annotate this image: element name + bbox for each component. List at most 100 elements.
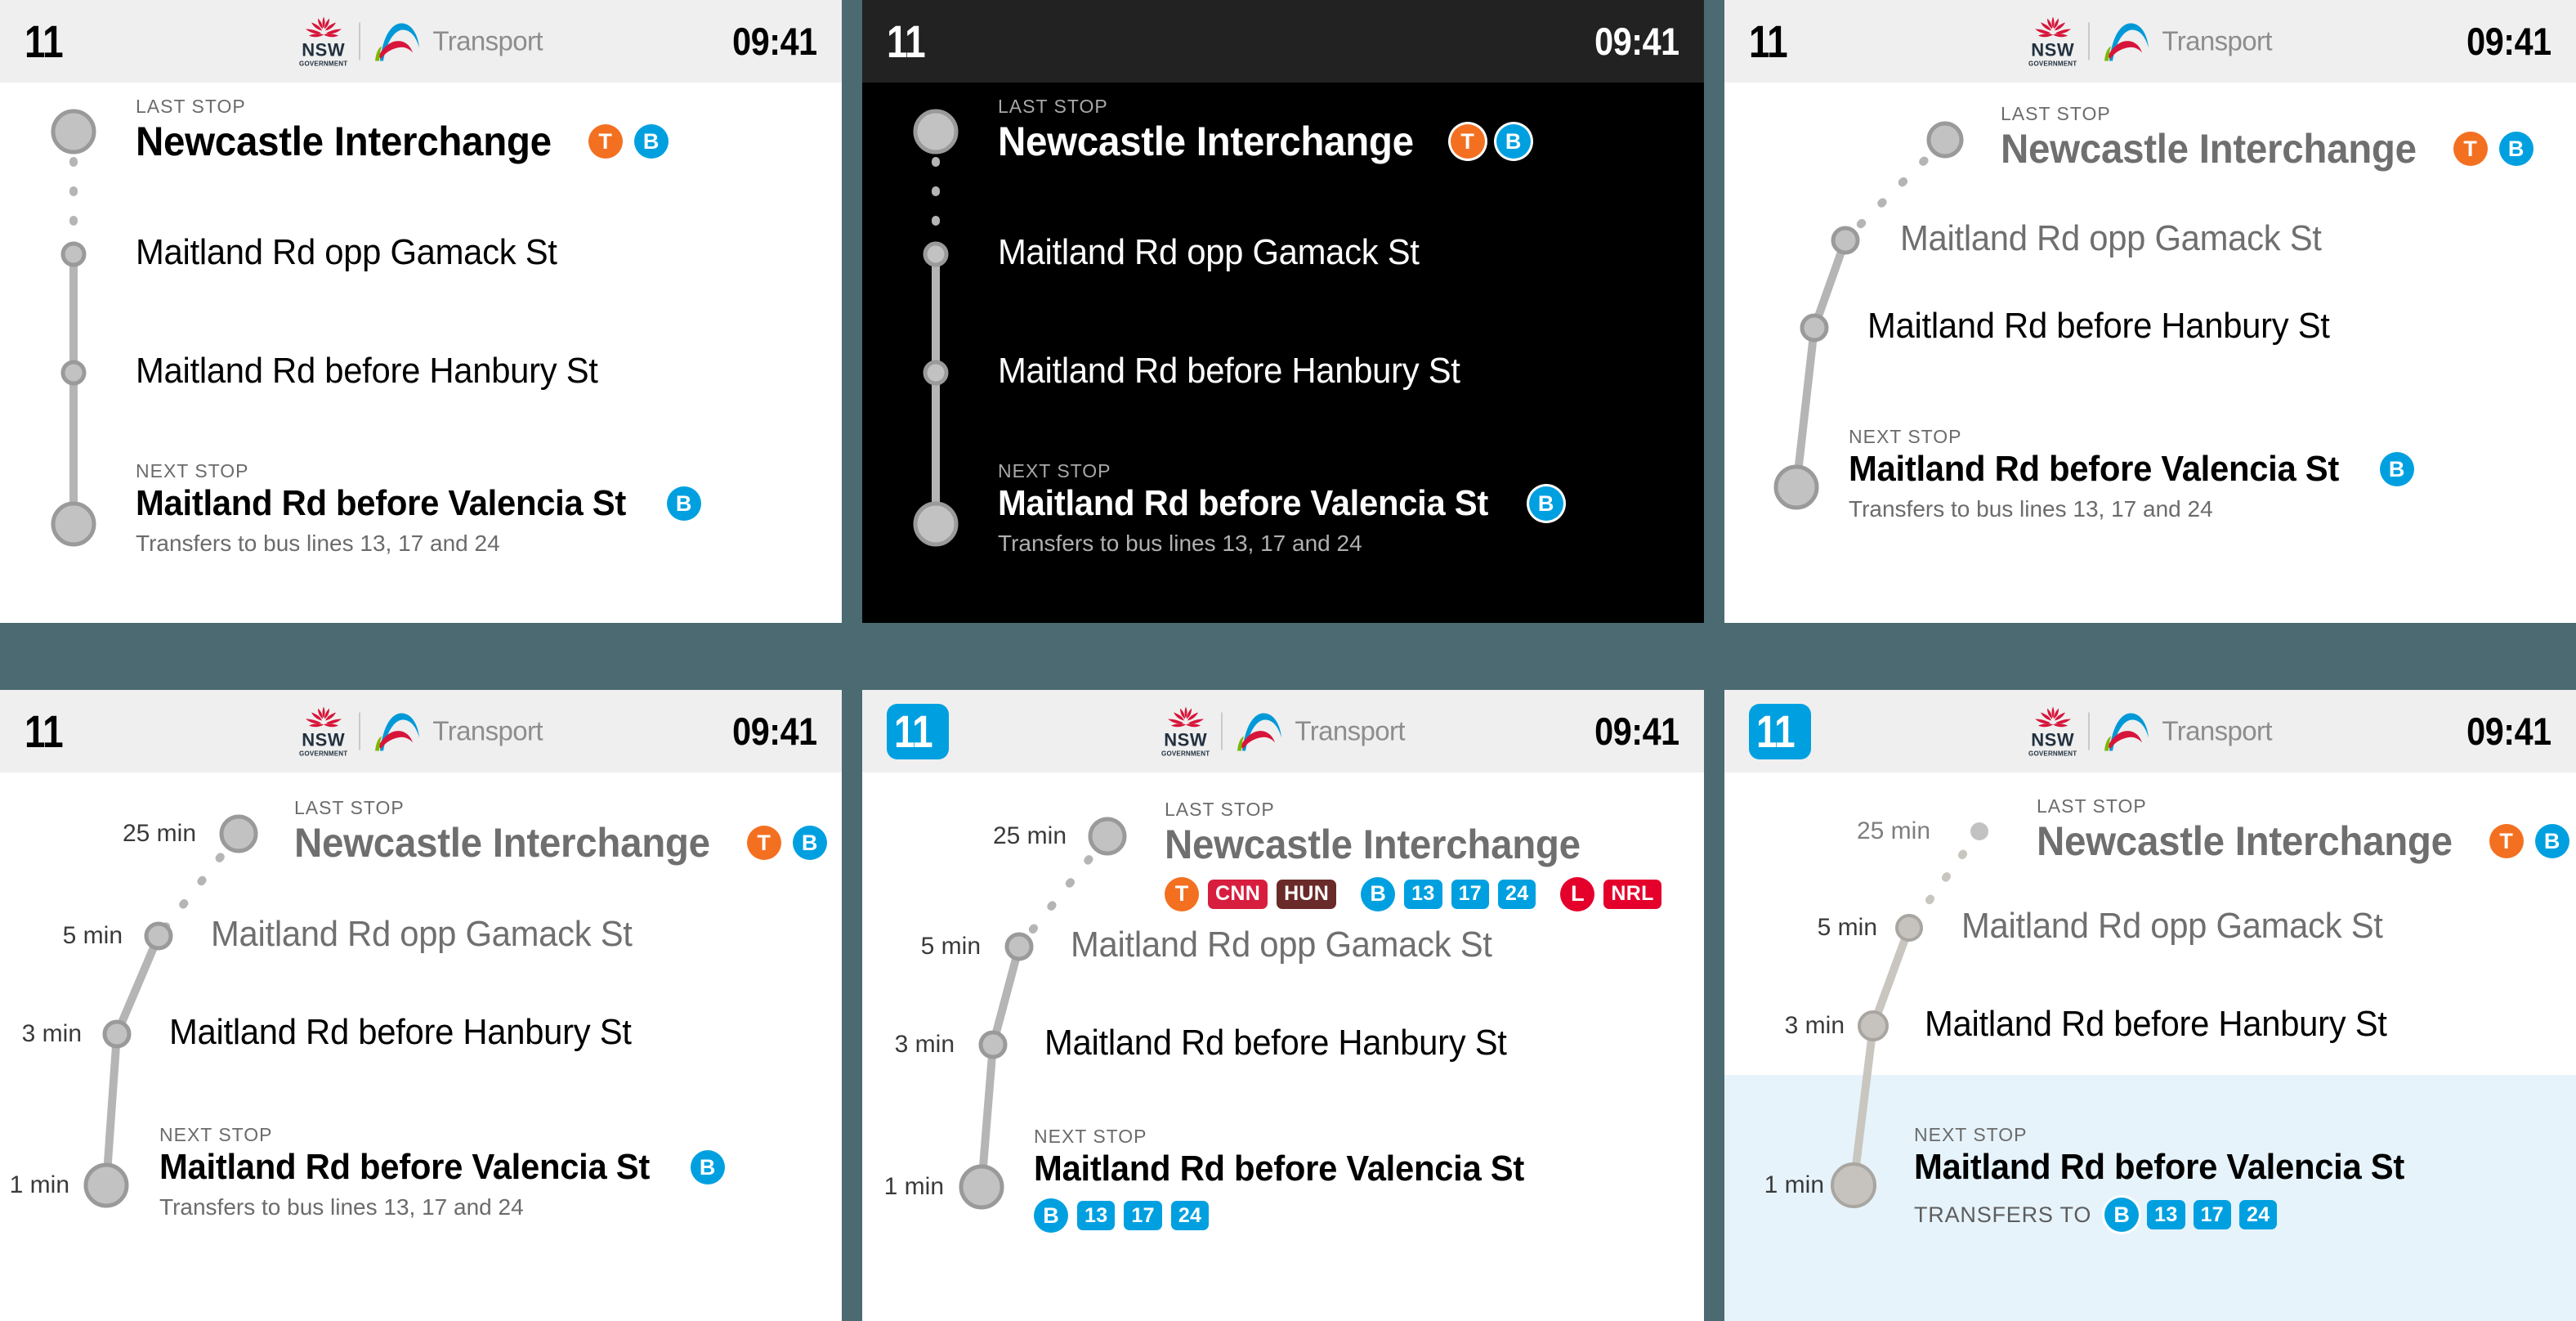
stop-item-hanbury[interactable]: Maitland Rd before Hanbury St [1925, 1005, 2411, 1043]
route-chip-24[interactable]: 24 [2238, 1200, 2278, 1230]
last-stop-kicker: LAST STOP [294, 797, 405, 818]
mode-icons-newcastle: T B L [2489, 824, 2576, 859]
stop-item-newcastle[interactable]: LAST STOP Newcastle Interchange T B [998, 96, 1531, 163]
panel-4-light-angled-eta: 11 NSW GOVERNMENT Transport 09:41 25 min… [0, 690, 842, 1321]
eta-hanbury: 3 min [1784, 1012, 1845, 1039]
stop-item-valencia[interactable]: NEXT STOP Maitland Rd before Valencia St… [1914, 1124, 2431, 1233]
stop-item-gamack[interactable]: Maitland Rd opp Gamack St [998, 233, 1442, 271]
route-number: 11 [1756, 705, 1796, 757]
bus-mode-icon: B [633, 124, 669, 159]
eta-gamack: 5 min [62, 922, 123, 949]
transport-arch-icon [1237, 713, 1282, 751]
stop-item-valencia[interactable]: NEXT STOP Maitland Rd before Valencia St… [998, 460, 1563, 557]
stop-name-gamack: Maitland Rd opp Gamack St [1961, 906, 2383, 946]
route-number-badge[interactable]: 11 [887, 703, 949, 759]
mode-icons-newcastle: T B [1450, 124, 1531, 159]
route-chip-17[interactable]: 17 [1451, 879, 1489, 909]
logo-divider [359, 22, 361, 60]
bus-mode-icon: B [690, 1150, 725, 1185]
route-chip-17[interactable]: 17 [1124, 1201, 1162, 1231]
route-chip-cnn[interactable]: CNN [1208, 879, 1268, 909]
stop-item-hanbury[interactable]: Maitland Rd before Hanbury St [1867, 307, 2354, 345]
logo-divider [2088, 22, 2091, 60]
stop-item-valencia[interactable]: NEXT STOP Maitland Rd before Valencia St… [1849, 426, 2414, 522]
panel-1-light-vertical: 11 NSW GOVERNMENT Transport 09:41 LAST S… [0, 0, 842, 623]
eta-gamack: 5 min [1817, 914, 1877, 941]
stop-item-hanbury[interactable]: Maitland Rd before Hanbury St [998, 352, 1484, 390]
route-chip-13[interactable]: 13 [1404, 879, 1442, 909]
panel-4-body: 25 min 5 min 3 min 1 min LAST STOP Newca… [0, 772, 842, 1321]
stop-item-hanbury[interactable]: Maitland Rd before Hanbury St [169, 1013, 655, 1051]
route-number-badge[interactable]: 11 [1749, 703, 1811, 759]
stop-item-newcastle[interactable]: LAST STOP Newcastle Interchange T B [2001, 103, 2534, 171]
mode-icons-newcastle: T B [2453, 132, 2534, 167]
stop-item-gamack[interactable]: Maitland Rd opp Gamack St [211, 914, 655, 954]
panel-5-stop-list: 25 min 5 min 3 min 1 min LAST STOP Newca… [862, 772, 1704, 1321]
stop-item-valencia[interactable]: NEXT STOP Maitland Rd before Valencia St… [159, 1124, 725, 1220]
panel-6-header: 11 NSW GOVERNMENT Transport 09:41 [1724, 690, 2576, 772]
bus-mode-icon: B [1361, 876, 1396, 911]
stop-name-valencia: Maitland Rd before Valencia St [136, 483, 627, 523]
mode-icons-newcastle: T B [588, 124, 669, 159]
route-badges-newcastle: T CNN HUN B 13 17 24 L NRL [1165, 876, 1661, 911]
stop-item-gamack[interactable]: Maitland Rd opp Gamack St [1071, 925, 1514, 964]
route-chip-hun[interactable]: HUN [1277, 879, 1337, 909]
stop-name-gamack: Maitland Rd opp Gamack St [211, 914, 633, 954]
panel-1-header: 11 NSW GOVERNMENT Transport 09:41 [0, 0, 842, 83]
panel-3-body: LAST STOP Newcastle Interchange T B Mait… [1724, 83, 2576, 623]
light-rail-routes-group: L NRL [1560, 876, 1661, 911]
train-mode-icon: T [1450, 124, 1485, 159]
stop-item-hanbury[interactable]: Maitland Rd before Hanbury St [136, 352, 622, 390]
route-chip-24[interactable]: 24 [1498, 879, 1536, 909]
transport-arch-icon [2104, 23, 2149, 61]
route-chip-nrl[interactable]: NRL [1603, 879, 1661, 909]
nsw-wordmark: NSW [302, 729, 346, 750]
nsw-transport-logo: NSW GOVERNMENT Transport [299, 705, 543, 757]
bus-mode-icon: B [1528, 486, 1563, 522]
stop-item-newcastle[interactable]: LAST STOP Newcastle Interchange T CNN HU… [1165, 799, 1661, 911]
stop-name-valencia: Maitland Rd before Valencia St [998, 483, 1489, 523]
eta-gamack: 5 min [920, 933, 981, 960]
stop-item-gamack[interactable]: Maitland Rd opp Gamack St [1961, 907, 2405, 945]
eta-newcastle: 25 min [992, 822, 1067, 849]
clock: 09:41 [732, 710, 817, 753]
route-badges-valencia: B 13 17 24 [1034, 1198, 1550, 1234]
panel-5-header: 11 NSW GOVERNMENT Transport 09:41 [862, 690, 1704, 772]
stop-item-hanbury[interactable]: Maitland Rd before Hanbury St [1044, 1023, 1531, 1062]
mode-icons-newcastle: T B [746, 826, 827, 861]
next-stop-kicker: NEXT STOP [136, 460, 249, 481]
clock: 09:41 [2466, 20, 2551, 63]
next-stop-kicker: NEXT STOP [1914, 1124, 2028, 1145]
route-chip-13[interactable]: 13 [2147, 1200, 2185, 1230]
clock: 09:41 [1594, 710, 1679, 753]
waratah-icon [305, 706, 342, 727]
panel-2-stop-list: LAST STOP Newcastle Interchange T B Mait… [862, 83, 1704, 623]
stop-name-hanbury: Maitland Rd before Hanbury St [998, 351, 1460, 391]
stop-item-newcastle[interactable]: LAST STOP Newcastle Interchange T B [294, 797, 827, 865]
route-chip-24[interactable]: 24 [1170, 1201, 1210, 1231]
bus-mode-icon: B [2104, 1198, 2140, 1233]
nsw-government-sub: GOVERNMENT [299, 750, 348, 757]
last-stop-kicker: LAST STOP [2001, 103, 2111, 124]
panel-2-body: LAST STOP Newcastle Interchange T B Mait… [862, 83, 1704, 623]
stop-item-newcastle[interactable]: LAST STOP Newcastle Interchange T B [136, 96, 669, 163]
transport-arch-icon [375, 23, 420, 61]
stop-item-gamack[interactable]: Maitland Rd opp Gamack St [136, 233, 579, 271]
panel-3-light-angled: 11 NSW GOVERNMENT Transport 09:41 LAST S… [1724, 0, 2576, 623]
route-number: 11 [25, 15, 64, 67]
stop-item-valencia[interactable]: NEXT STOP Maitland Rd before Valencia St… [1034, 1126, 1550, 1234]
stop-item-gamack[interactable]: Maitland Rd opp Gamack St [1900, 219, 2344, 257]
route-chip-17[interactable]: 17 [2193, 1200, 2231, 1230]
stop-name-newcastle: Newcastle Interchange [136, 119, 552, 164]
bus-mode-icon: B [792, 826, 827, 861]
clock: 09:41 [2466, 710, 2551, 753]
panel-1-stop-list: LAST STOP Newcastle Interchange T B Mait… [0, 83, 842, 623]
stop-item-newcastle[interactable]: LAST STOP Newcastle Interchange T B L [2037, 795, 2576, 863]
stop-item-valencia[interactable]: NEXT STOP Maitland Rd before Valencia St… [136, 460, 701, 557]
bus-routes-group: B 13 17 24 [1361, 876, 1536, 911]
panel-6-body: 25 min 5 min 3 min 1 min LAST STOP Newca… [1724, 772, 2576, 1321]
route-chip-13[interactable]: 13 [1077, 1201, 1116, 1231]
stop-name-newcastle: Newcastle Interchange [294, 820, 710, 866]
nsw-wordmark: NSW [1164, 729, 1208, 750]
stop-name-newcastle: Newcastle Interchange [1165, 822, 1581, 867]
